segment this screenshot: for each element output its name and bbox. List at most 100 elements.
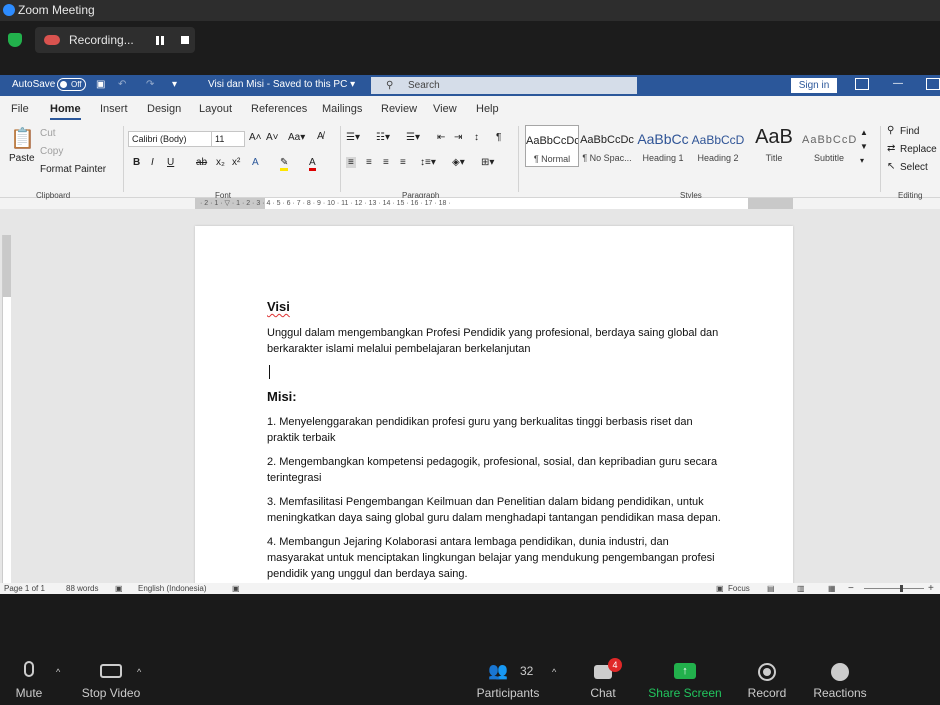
- participants-button[interactable]: 👥 32 Participants: [472, 637, 544, 705]
- grow-font-icon[interactable]: A˄: [249, 132, 262, 143]
- paste-button[interactable]: Paste: [9, 153, 35, 164]
- shield-icon[interactable]: [8, 33, 22, 47]
- participants-chevron-icon[interactable]: ^: [552, 667, 556, 677]
- borders-icon[interactable]: ⊞▾: [481, 157, 494, 168]
- align-center-icon[interactable]: ≡: [366, 157, 372, 168]
- style-subtitle[interactable]: AaBbCcD Subtitle: [802, 125, 856, 167]
- italic-icon[interactable]: I: [151, 157, 154, 168]
- decrease-indent-icon[interactable]: ⇤: [437, 132, 445, 143]
- audio-options-chevron-icon[interactable]: ^: [56, 667, 60, 677]
- minimize-icon[interactable]: —: [893, 78, 903, 89]
- print-layout-icon[interactable]: ▥: [797, 583, 805, 594]
- tab-help[interactable]: Help: [476, 103, 499, 115]
- bold-icon[interactable]: B: [133, 157, 140, 168]
- restore-icon[interactable]: [926, 78, 940, 90]
- underline-icon[interactable]: U: [167, 157, 174, 168]
- reactions-button[interactable]: Reactions: [810, 637, 870, 705]
- replace-icon[interactable]: ⇄: [887, 143, 895, 154]
- select-button[interactable]: Select: [900, 162, 928, 173]
- find-icon[interactable]: ⚲: [887, 125, 894, 136]
- document-page[interactable]: Visi Unggul dalam mengembangkan Profesi …: [195, 226, 793, 583]
- line-spacing-icon[interactable]: ↕≡▾: [420, 157, 436, 168]
- highlight-icon[interactable]: ✎: [280, 157, 289, 171]
- share-screen-button[interactable]: ↑ Share Screen: [648, 637, 722, 705]
- style-title[interactable]: AaB Title: [747, 125, 801, 167]
- multilevel-list-icon[interactable]: ☰▾: [406, 132, 420, 143]
- misi-line: pendidik yang unggul dan berdaya saing.: [267, 568, 468, 580]
- search-box[interactable]: ⚲ Search: [371, 77, 637, 94]
- tab-references[interactable]: References: [251, 103, 307, 115]
- text-effects-icon[interactable]: A: [252, 157, 259, 168]
- redo-icon[interactable]: ↷: [146, 79, 154, 90]
- bullets-icon[interactable]: ☰▾: [346, 132, 360, 143]
- read-mode-icon[interactable]: ▤: [767, 583, 775, 594]
- change-case-icon[interactable]: Aa▾: [288, 132, 305, 143]
- undo-icon[interactable]: ↶: [118, 79, 126, 90]
- zoom-slider[interactable]: [864, 588, 924, 589]
- tab-layout[interactable]: Layout: [199, 103, 232, 115]
- style-normal[interactable]: AaBbCcDc ¶ Normal: [525, 125, 579, 167]
- cut-button[interactable]: Cut: [40, 128, 56, 139]
- select-icon[interactable]: ↖: [887, 161, 895, 172]
- record-button[interactable]: Record: [742, 637, 792, 705]
- web-layout-icon[interactable]: ▦: [828, 583, 836, 594]
- copy-button[interactable]: Copy: [40, 146, 63, 157]
- find-button[interactable]: Find: [900, 126, 919, 137]
- styles-scroll-icon[interactable]: ▲ ▼ ▾: [860, 126, 868, 168]
- align-left-icon[interactable]: ≡: [346, 157, 356, 168]
- stop-recording-icon[interactable]: [181, 36, 189, 44]
- clipboard-group-label: Clipboard: [36, 191, 71, 200]
- focus-button[interactable]: Focus: [728, 583, 750, 594]
- tab-file[interactable]: File: [11, 103, 29, 115]
- zoom-out-icon[interactable]: −: [848, 583, 854, 594]
- focus-icon[interactable]: ▣: [716, 583, 724, 594]
- video-options-chevron-icon[interactable]: ^: [137, 667, 141, 677]
- style-heading-2[interactable]: AaBbCcD Heading 2: [691, 125, 745, 167]
- zoom-slider-thumb[interactable]: [900, 585, 903, 592]
- subscript-icon[interactable]: x₂: [216, 157, 225, 168]
- chat-button[interactable]: Chat: [580, 637, 626, 705]
- tab-insert[interactable]: Insert: [100, 103, 128, 115]
- font-name-select[interactable]: Calibri (Body): [128, 131, 212, 147]
- tab-review[interactable]: Review: [381, 103, 417, 115]
- customize-qat-icon[interactable]: ▾: [172, 79, 177, 90]
- style-heading-1[interactable]: AaBbCc Heading 1: [636, 125, 690, 167]
- language[interactable]: English (Indonesia): [138, 583, 206, 594]
- show-formatting-icon[interactable]: ¶: [496, 132, 501, 143]
- tab-mailings[interactable]: Mailings: [322, 103, 362, 115]
- shading-icon[interactable]: ◈▾: [452, 157, 465, 168]
- zoom-in-icon[interactable]: +: [928, 583, 934, 594]
- autosave-toggle[interactable]: Off: [57, 78, 86, 91]
- format-painter-button[interactable]: Format Painter: [40, 164, 106, 175]
- clear-formatting-icon[interactable]: A̸: [317, 131, 324, 142]
- accessibility-icon[interactable]: ▣: [232, 583, 240, 594]
- save-icon[interactable]: ▣: [96, 79, 105, 90]
- tab-home[interactable]: Home: [50, 103, 81, 120]
- align-right-icon[interactable]: ≡: [383, 157, 389, 168]
- vertical-ruler[interactable]: [2, 235, 11, 590]
- paste-icon[interactable]: 📋: [10, 126, 35, 151]
- sort-icon[interactable]: ↕: [474, 132, 479, 143]
- tab-view[interactable]: View: [433, 103, 457, 115]
- misi-line: masyarakat untuk menciptakan lingkungan …: [267, 552, 715, 564]
- tab-design[interactable]: Design: [147, 103, 181, 115]
- ribbon-display-icon[interactable]: [855, 78, 869, 90]
- justify-icon[interactable]: ≡: [400, 157, 406, 168]
- document-title[interactable]: Visi dan Misi - Saved to this PC ▾: [208, 79, 355, 90]
- horizontal-ruler[interactable]: · 2 · 1 · ▽ · 1 · 2 · 3 · 4 · 5 · 6 · 7 …: [195, 198, 793, 209]
- mute-button[interactable]: Mute: [0, 637, 58, 705]
- superscript-icon[interactable]: x²: [232, 157, 240, 168]
- word-count[interactable]: 88 words: [66, 583, 98, 594]
- page-count[interactable]: Page 1 of 1: [4, 583, 45, 594]
- font-size-select[interactable]: 11: [211, 131, 245, 147]
- style-no-spacing[interactable]: AaBbCcDc ¶ No Spac...: [580, 125, 634, 167]
- increase-indent-icon[interactable]: ⇥: [454, 132, 462, 143]
- strikethrough-icon[interactable]: ab: [196, 157, 207, 168]
- proofing-icon[interactable]: ▣: [115, 583, 123, 594]
- replace-button[interactable]: Replace: [900, 144, 937, 155]
- shrink-font-icon[interactable]: A˅: [266, 132, 279, 143]
- numbering-icon[interactable]: ☷▾: [376, 132, 390, 143]
- pause-recording-icon[interactable]: [156, 36, 164, 45]
- font-color-icon[interactable]: A: [309, 157, 316, 171]
- sign-in-button[interactable]: Sign in: [791, 78, 837, 93]
